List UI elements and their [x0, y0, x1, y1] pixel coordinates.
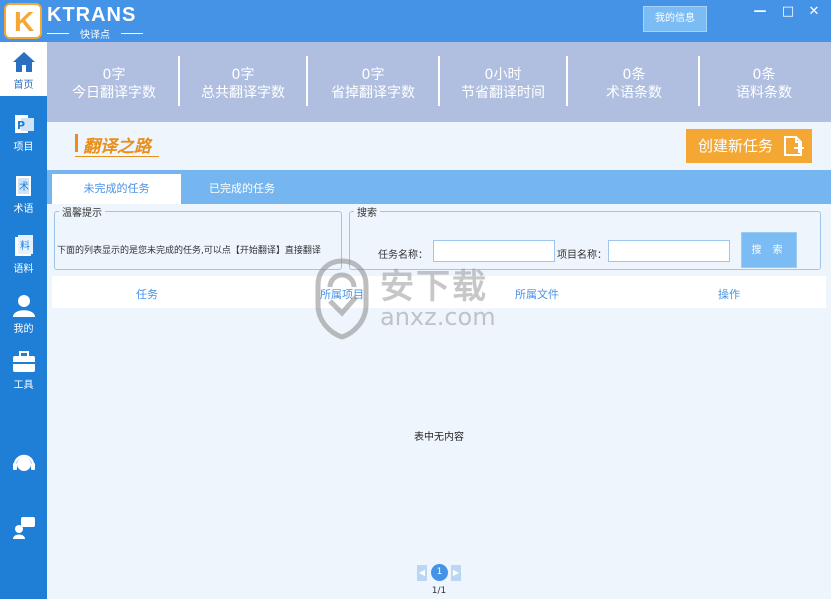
ktrans-logo: K: [4, 3, 42, 39]
sidebar-item-mine[interactable]: 我的: [0, 294, 47, 338]
sidebar-item-terminology[interactable]: 术 术语: [0, 174, 47, 218]
tip-box: 温馨提示 下面的列表显示的是您未完成的任务,可以点【开始翻译】直接翻译: [54, 204, 342, 270]
column-header-task[interactable]: 任务: [52, 286, 242, 302]
banner: 翻译之路 创建新任务: [47, 122, 831, 170]
sidebar-item-label: 语料: [13, 264, 34, 275]
svg-text:术: 术: [19, 181, 29, 193]
slogan-underline: [75, 156, 159, 157]
title-bar: K KTRANS 快译点 我的信息 — □ ✕: [0, 0, 831, 42]
watermark: 安下载 anxz.com: [306, 257, 526, 341]
stat-label: 语料条数: [736, 85, 792, 101]
sidebar-item-home[interactable]: 首页: [0, 42, 47, 96]
page-number-current[interactable]: 1: [431, 564, 448, 581]
brand-subtitle: 快译点: [47, 26, 143, 41]
home-icon: [12, 52, 35, 72]
user-icon: [12, 295, 35, 317]
stat-value: 0字: [231, 67, 255, 83]
stat-total-words: 0字 总共翻译字数: [178, 67, 308, 102]
maximize-icon[interactable]: □: [780, 4, 796, 19]
stat-saved-words: 0字 省掉翻译字数: [308, 67, 438, 102]
search-legend: 搜索: [357, 208, 377, 219]
stat-label: 节省翻译时间: [461, 85, 545, 101]
prev-page-button[interactable]: ◀: [417, 565, 427, 581]
feedback-icon: [12, 517, 35, 539]
svg-text:P: P: [17, 119, 25, 132]
stat-value: 0条: [752, 67, 776, 83]
stat-term-count: 0条 术语条数: [569, 67, 699, 102]
slogan: 翻译之路: [83, 137, 151, 157]
stats-bar: 0字 今日翻译字数 0字 总共翻译字数 0字 省掉翻译字数 0小时 节省翻译时间…: [47, 42, 831, 122]
watermark-subtext: anxz.com: [380, 303, 496, 331]
shield-icon: [315, 258, 369, 340]
tab-finished[interactable]: 已完成的任务: [187, 174, 297, 204]
sidebar-item-corpus[interactable]: 料 语料: [0, 234, 47, 278]
stat-separator: [566, 56, 568, 106]
tip-legend: 温馨提示: [62, 208, 102, 219]
stat-saved-time: 0小时 节省翻译时间: [438, 67, 568, 102]
feedback-button[interactable]: [0, 516, 47, 544]
stat-label: 今日翻译字数: [72, 85, 156, 101]
stat-label: 总共翻译字数: [201, 85, 285, 101]
svg-text:料: 料: [20, 239, 30, 252]
stat-label: 省掉翻译字数: [331, 85, 415, 101]
create-task-label: 创建新任务: [698, 137, 774, 155]
customer-service-button[interactable]: [0, 452, 47, 480]
create-task-button[interactable]: 创建新任务: [686, 129, 812, 163]
my-info-button[interactable]: 我的信息: [643, 6, 707, 32]
sidebar: 首页 P 项目 术 术语 料 语料 我的 工具: [0, 42, 47, 599]
stat-value: 0字: [361, 67, 385, 83]
stat-today-words: 0字 今日翻译字数: [49, 67, 179, 102]
tab-unfinished[interactable]: 未完成的任务: [52, 174, 181, 204]
close-icon[interactable]: ✕: [806, 4, 822, 19]
task-tabs: 未完成的任务 已完成的任务: [47, 170, 831, 204]
sidebar-item-tools[interactable]: 工具: [0, 350, 47, 394]
terminology-icon: 术: [15, 176, 31, 196]
stat-corpus-count: 0条 语料条数: [699, 67, 829, 102]
tip-text: 下面的列表显示的是您未完成的任务,可以点【开始翻译】直接翻译: [57, 246, 321, 256]
minimize-icon[interactable]: —: [752, 4, 768, 19]
page-info: 1/1: [431, 586, 447, 596]
pagination: ◀ 1 ▶: [417, 564, 461, 582]
new-document-icon: [784, 136, 804, 156]
logo-letter: K: [14, 6, 35, 37]
slogan-accent-bar: [75, 134, 78, 152]
sidebar-item-label: 我的: [13, 324, 34, 335]
sidebar-item-label: 术语: [13, 204, 34, 215]
project-name-input[interactable]: [608, 240, 730, 262]
sidebar-item-label: 项目: [13, 142, 34, 153]
toolbox-icon: [12, 351, 35, 372]
stat-value: 0小时: [484, 67, 522, 83]
sidebar-item-label: 首页: [13, 80, 34, 91]
customer-service-icon: [12, 454, 35, 471]
stat-label: 术语条数: [606, 85, 662, 101]
stat-value: 0字: [102, 67, 126, 83]
brand-name: KTRANS: [47, 4, 137, 26]
project-icon: P: [14, 115, 34, 133]
corpus-icon: 料: [14, 235, 33, 256]
column-header-action[interactable]: 操作: [634, 286, 824, 302]
stat-value: 0条: [622, 67, 646, 83]
next-page-button[interactable]: ▶: [451, 565, 461, 581]
project-name-label: 项目名称：: [557, 250, 607, 261]
watermark-text: 安下载: [380, 267, 488, 307]
sidebar-item-label: 工具: [13, 380, 34, 391]
search-button[interactable]: 搜 索: [741, 232, 797, 268]
empty-table-message: 表中无内容: [414, 432, 464, 443]
sidebar-item-project[interactable]: P 项目: [0, 112, 47, 156]
